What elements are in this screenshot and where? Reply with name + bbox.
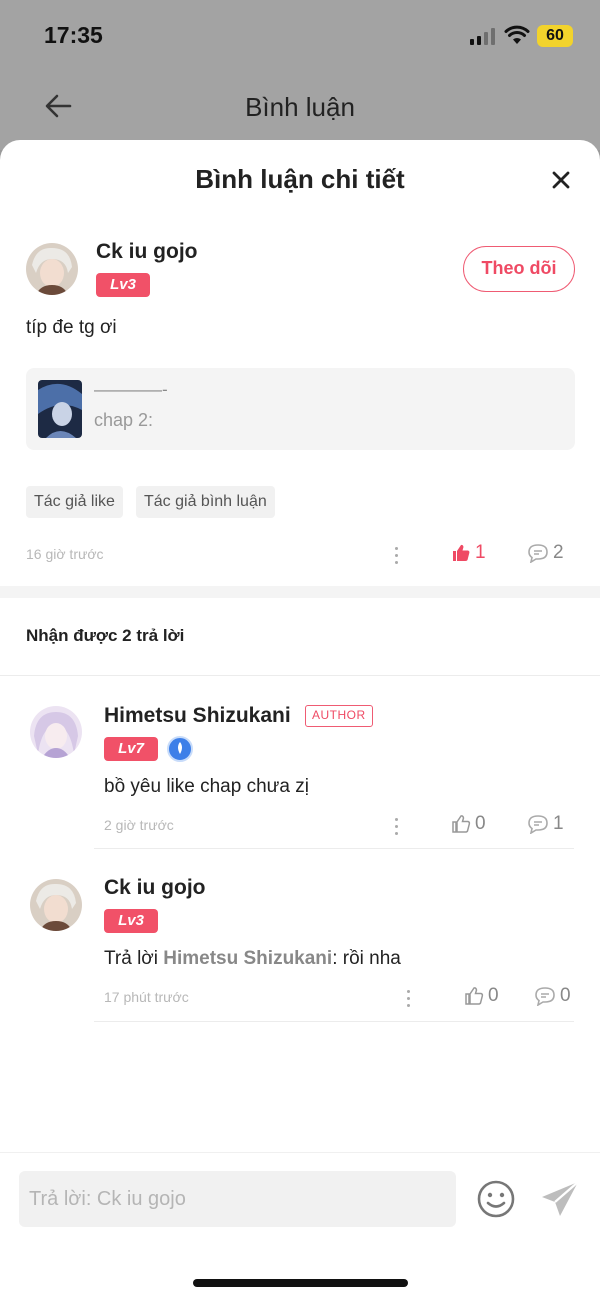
reply-body: : rồi nha (332, 948, 401, 969)
section-divider (0, 586, 600, 598)
signal-icon (470, 28, 495, 45)
level-badge: Lv3 (96, 273, 150, 297)
like-button[interactable]: 0 (464, 985, 499, 1007)
reply-prefix: Trả lời (104, 948, 164, 969)
tag-author-comment: Tác giả bình luận (136, 486, 275, 518)
medal-icon (167, 736, 193, 762)
reply-count-button[interactable]: 1 (527, 813, 564, 835)
reply-count-button[interactable]: 0 (534, 985, 571, 1007)
reply-input-bar (0, 1152, 600, 1299)
status-bar: 17:35 60 (0, 0, 600, 70)
reply-time: 2 giờ trước (104, 817, 174, 833)
more-options-icon[interactable] (395, 547, 399, 565)
sheet-title: Bình luận chi tiết (195, 164, 405, 194)
thumbs-up-icon (453, 544, 470, 561)
reply-input[interactable] (19, 1171, 456, 1227)
nav-bar: Bình luận (0, 70, 600, 150)
reply-count-button[interactable]: 2 (527, 542, 564, 564)
reply-count: 1 (553, 813, 564, 834)
reply-text: bồ yêu like chap chưa zị (104, 776, 309, 797)
like-count: 0 (488, 985, 499, 1006)
replies-header: Nhận được 2 trả lời (26, 626, 185, 645)
thumbs-up-icon (452, 815, 471, 833)
comment-bubble-icon (528, 815, 548, 834)
follow-button[interactable]: Theo dõi (463, 246, 575, 292)
comment-bubble-icon (528, 544, 548, 563)
reply-username[interactable]: Himetsu Shizukani (104, 704, 291, 728)
more-options-icon[interactable] (407, 990, 411, 1008)
comment-username[interactable]: Ck iu gojo (96, 240, 198, 264)
chapter-title-line: ————- (94, 380, 168, 399)
close-icon[interactable] (549, 168, 573, 192)
avatar[interactable] (30, 706, 82, 758)
comment-text: típ đe tg ơi (26, 317, 117, 338)
emoji-icon[interactable] (476, 1179, 516, 1219)
like-count: 0 (475, 813, 486, 834)
reply-count: 2 (553, 542, 564, 563)
avatar[interactable] (30, 879, 82, 931)
level-badge: Lv7 (104, 737, 158, 761)
wifi-icon (504, 25, 530, 44)
chapter-thumbnail (38, 380, 82, 438)
reply-to-user[interactable]: Himetsu Shizukani (163, 948, 332, 969)
like-count: 1 (475, 542, 486, 563)
status-time: 17:35 (44, 22, 103, 48)
chapter-card[interactable]: ————- chap 2: (26, 368, 575, 450)
home-indicator (193, 1279, 408, 1287)
comment-detail-sheet: Bình luận chi tiết Ck iu gojo Lv3 Theo d… (0, 140, 600, 1299)
author-badge: AUTHOR (305, 705, 373, 727)
reply-count: 0 (560, 985, 571, 1006)
send-icon[interactable] (540, 1179, 580, 1219)
divider (94, 848, 574, 849)
battery-icon: 60 (537, 25, 573, 47)
thumbs-up-icon (465, 987, 484, 1005)
nav-title: Bình luận (245, 92, 355, 122)
more-options-icon[interactable] (395, 818, 399, 836)
divider (0, 675, 600, 676)
reply-text: Trả lời Himetsu Shizukani: rồi nha (104, 948, 401, 970)
comment-bubble-icon (535, 987, 555, 1006)
reply-username[interactable]: Ck iu gojo (104, 876, 206, 900)
like-button[interactable]: 0 (451, 813, 486, 835)
comment-time: 16 giờ trước (26, 546, 104, 562)
tag-author-like: Tác giả like (26, 486, 123, 518)
like-button[interactable]: 1 (451, 542, 486, 564)
reply-time: 17 phút trước (104, 989, 189, 1005)
level-badge: Lv3 (104, 909, 158, 933)
divider (94, 1021, 574, 1022)
avatar[interactable] (26, 243, 78, 295)
chapter-name: chap 2: (94, 410, 154, 430)
